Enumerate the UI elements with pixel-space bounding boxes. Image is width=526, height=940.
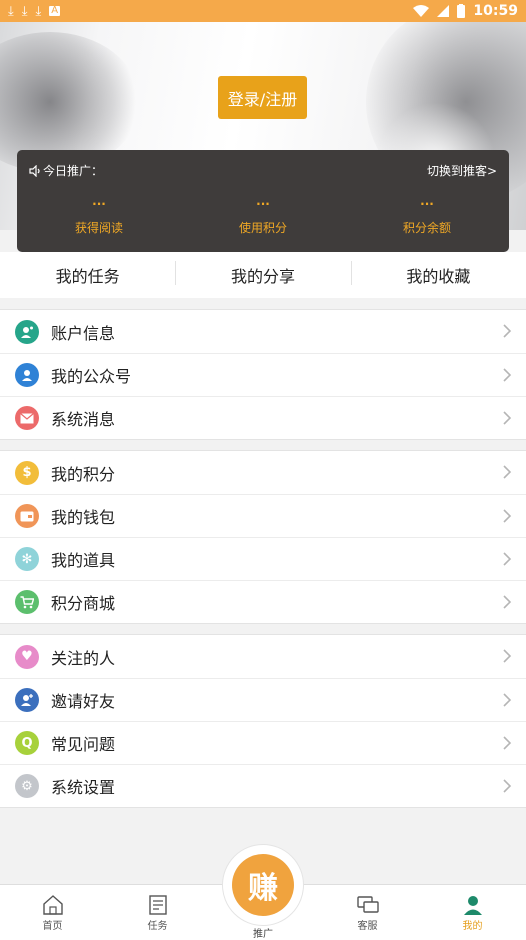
nav-promote[interactable]: 赚: [222, 844, 304, 926]
chevron-right-icon: [503, 736, 512, 750]
invite-icon: [15, 688, 39, 712]
switch-to-promoter-link[interactable]: 切换到推客>: [427, 162, 497, 179]
menu-item-label: 邀请好友: [51, 692, 116, 711]
stat-value: ···: [420, 197, 434, 211]
heart-icon: ♥: [15, 644, 39, 669]
nav-label: 我的: [462, 921, 483, 932]
tab-my-shares[interactable]: 我的分享: [175, 261, 350, 287]
tab-my-favorites[interactable]: 我的收藏: [350, 261, 526, 287]
account-icon: [15, 319, 39, 344]
task-icon: [148, 895, 167, 915]
nav-profile[interactable]: 我的: [420, 885, 525, 940]
chevron-right-icon: [503, 649, 512, 663]
wifi-icon: [413, 5, 430, 17]
faq-icon: Q: [15, 731, 39, 755]
menu-group-assets: $ 我的积分 我的钱包 ✻ 我的道具 积分商城: [0, 450, 526, 624]
stat-reads: ··· 获得阅读: [24, 197, 174, 236]
points-icon: $: [15, 460, 39, 485]
nav-label: 客服: [357, 921, 378, 932]
nav-home[interactable]: 首页: [0, 885, 105, 940]
home-icon: [42, 895, 63, 915]
stat-label: 获得阅读: [74, 221, 123, 235]
profile-tabs: 我的任务 我的分享 我的收藏: [0, 252, 526, 298]
chevron-right-icon: [503, 324, 512, 338]
battery-icon: [457, 4, 466, 18]
stat-used-points: ··· 使用积分: [188, 197, 338, 236]
promo-title: 今日推广：: [43, 164, 104, 178]
nav-label: 首页: [42, 921, 63, 932]
props-icon: ✻: [15, 547, 39, 571]
tab-my-tasks[interactable]: 我的任务: [0, 263, 175, 287]
menu-item-label: 积分商城: [51, 594, 116, 613]
menu-group-account: 账户信息 我的公众号 系统消息: [0, 309, 526, 440]
menu-item-label: 常见问题: [51, 735, 116, 754]
stat-label: 积分余额: [402, 221, 451, 235]
chevron-right-icon: [503, 595, 512, 609]
menu-item-following[interactable]: ♥ 关注的人: [0, 635, 526, 678]
nav-label: 推广: [253, 929, 273, 940]
menu-item-my-props[interactable]: ✻ 我的道具: [0, 537, 526, 580]
login-register-button[interactable]: 登录/注册: [218, 76, 307, 119]
download-icon: ⤓: [21, 3, 28, 19]
menu-item-label: 系统设置: [51, 778, 116, 797]
stat-label: 使用积分: [238, 221, 287, 235]
wallet-icon: [15, 504, 39, 528]
earn-icon: 赚: [232, 854, 294, 916]
menu-item-label: 我的积分: [51, 464, 116, 484]
profile-icon: [463, 896, 482, 915]
service-icon: [356, 896, 379, 913]
chevron-right-icon: [503, 552, 512, 566]
mail-icon: [15, 406, 39, 430]
menu-item-invite-friends[interactable]: 邀请好友: [0, 678, 526, 721]
menu-item-label: 我的道具: [51, 551, 116, 570]
stat-value: ···: [92, 197, 106, 211]
status-bar: ⤓ ⤓ ⤓ A 10:59: [0, 0, 526, 22]
menu-item-label: 我的公众号: [51, 367, 132, 386]
menu-item-label: 我的钱包: [51, 508, 116, 527]
app-icon: A: [49, 5, 61, 16]
cart-icon: [15, 590, 39, 614]
chevron-right-icon: [503, 693, 512, 707]
nav-customer-service[interactable]: 客服: [315, 885, 420, 940]
chevron-right-icon: [503, 368, 512, 382]
status-time: 10:59: [473, 3, 518, 19]
nav-label: 任务: [147, 921, 168, 932]
chevron-right-icon: [503, 411, 512, 425]
official-account-icon: [15, 363, 39, 387]
promotion-card: 今日推广： 切换到推客> ··· 获得阅读 ··· 使用积分 ··· 积分余额: [17, 150, 509, 252]
speaker-icon: [29, 164, 40, 177]
menu-item-my-points[interactable]: $ 我的积分: [0, 451, 526, 494]
chevron-right-icon: [503, 509, 512, 523]
download-icon: ⤓: [35, 3, 42, 19]
menu-item-label: 系统消息: [51, 410, 116, 429]
chevron-right-icon: [503, 465, 512, 479]
menu-item-account-info[interactable]: 账户信息: [0, 310, 526, 353]
nav-tasks[interactable]: 任务: [105, 885, 210, 940]
menu-item-settings[interactable]: ⚙ 系统设置: [0, 764, 526, 807]
menu-item-official-account[interactable]: 我的公众号: [0, 353, 526, 396]
stat-value: ···: [256, 197, 270, 211]
settings-icon: ⚙: [15, 774, 39, 798]
signal-icon: [437, 5, 450, 17]
menu-item-my-wallet[interactable]: 我的钱包: [0, 494, 526, 537]
menu-item-label: 关注的人: [51, 648, 116, 668]
menu-item-points-mall[interactable]: 积分商城: [0, 580, 526, 623]
menu-item-system-messages[interactable]: 系统消息: [0, 396, 526, 439]
chevron-right-icon: [503, 779, 512, 793]
menu-group-social: ♥ 关注的人 邀请好友 Q 常见问题 ⚙ 系统设置: [0, 634, 526, 808]
download-icon: ⤓: [8, 3, 14, 19]
menu-item-faq[interactable]: Q 常见问题: [0, 721, 526, 764]
menu-item-label: 账户信息: [51, 323, 116, 343]
stat-points-balance: ··· 积分余额: [352, 197, 502, 236]
